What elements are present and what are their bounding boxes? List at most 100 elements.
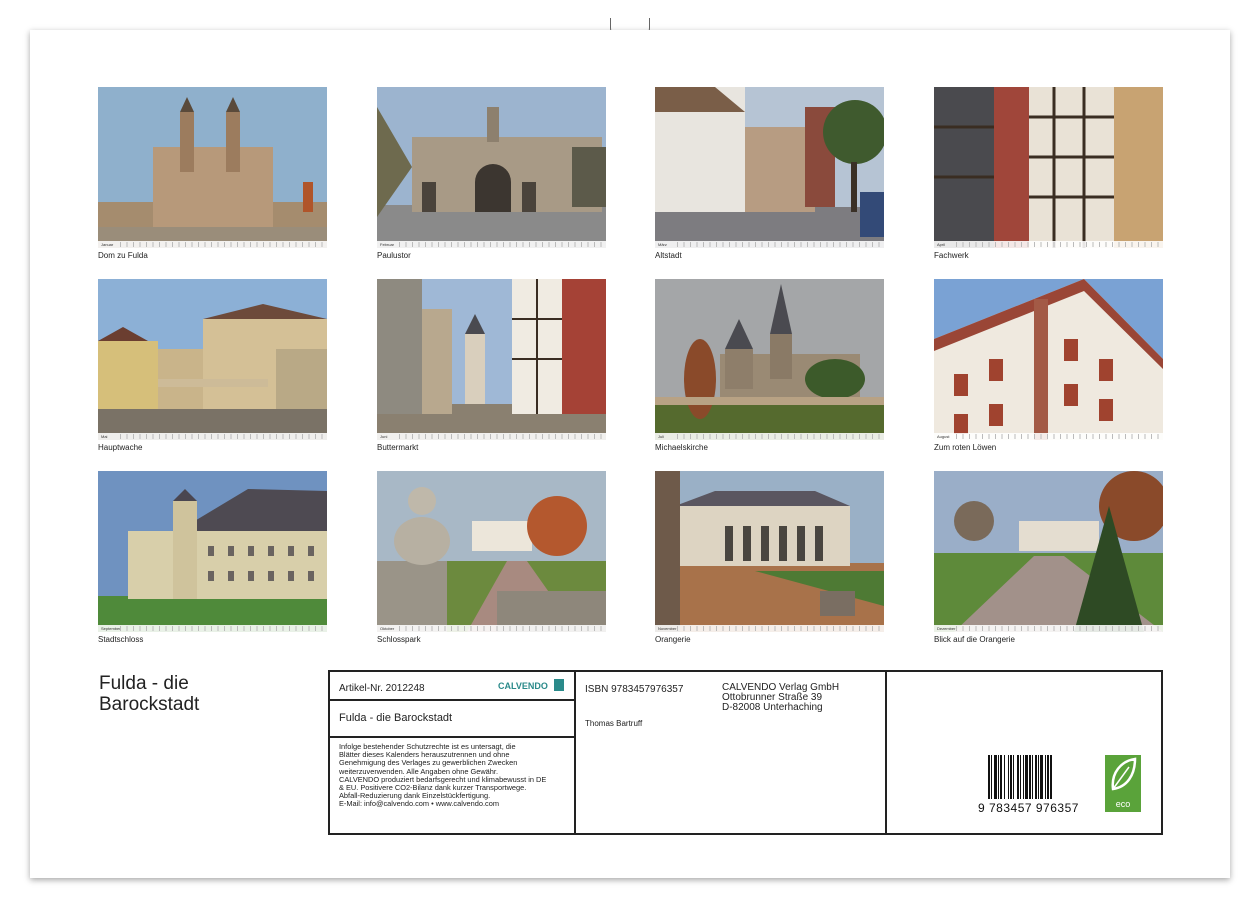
month-photo: November: [655, 471, 884, 632]
photo-caption: Buttermarkt: [377, 443, 606, 452]
barcode-bar: [1020, 755, 1021, 799]
barcode-bar: [1023, 755, 1024, 799]
eco-label: eco: [1105, 799, 1141, 809]
month-name: April: [937, 242, 945, 247]
month-tile-oct: Oktober Schlosspark: [377, 471, 606, 644]
photo-caption: Dom zu Fulda: [98, 251, 327, 260]
month-name: Januar: [101, 242, 113, 247]
month-photo: Juni: [377, 279, 606, 440]
month-tile-jul: Juli Michaelskirche: [655, 279, 884, 452]
brand-mark-icon: [554, 679, 564, 691]
month-photo: Oktober: [377, 471, 606, 632]
month-tile-mar: März Altstadt: [655, 87, 884, 260]
barcode-bar: [1008, 755, 1009, 799]
calendar-strip: Mai: [98, 433, 327, 440]
barcode-bar: [1017, 755, 1019, 799]
calvendo-logo: CALVENDO: [498, 676, 564, 694]
month-name: August: [937, 434, 949, 439]
photo-caption: Paulustor: [377, 251, 606, 260]
month-photo: Januar: [98, 87, 327, 248]
photo-caption: Blick auf die Orangerie: [934, 635, 1163, 644]
month-photo: September: [98, 471, 327, 632]
photo-caption: Fachwerk: [934, 251, 1163, 260]
calendar-strip: Januar: [98, 241, 327, 248]
barcode-bar: [988, 755, 990, 799]
month-photo: April: [934, 87, 1163, 248]
month-name: Oktober: [380, 626, 394, 631]
barcode-bar: [998, 755, 999, 799]
barcode-bar: [1040, 755, 1043, 799]
calendar-strip: Dezember: [934, 625, 1163, 632]
month-tile-jan: Januar Dom zu Fulda: [98, 87, 327, 260]
calendar-strip: Oktober: [377, 625, 606, 632]
photo-caption: Michaelskirche: [655, 443, 884, 452]
title-line-2: Barockstadt: [99, 694, 199, 715]
brand-name: CALVENDO: [498, 681, 548, 691]
author: Thomas Bartruff: [585, 719, 642, 728]
month-name: September: [101, 626, 121, 631]
barcode-bar: [994, 755, 997, 799]
title-line-1: Fulda - die: [99, 673, 199, 694]
barcode-bar: [1035, 755, 1037, 799]
month-tile-dec: Dezember Blick auf die Orangerie: [934, 471, 1163, 644]
month-name: Mai: [101, 434, 107, 439]
barcode-bar: [1025, 755, 1028, 799]
isbn: ISBN 9783457976357: [585, 684, 683, 695]
barcode-bar: [1032, 755, 1033, 799]
barcode-bar: [1047, 755, 1049, 799]
photo-caption: Stadtschloss: [98, 635, 327, 644]
calendar-strip: August: [934, 433, 1163, 440]
calendar-strip: Juni: [377, 433, 606, 440]
month-photo: Mai: [98, 279, 327, 440]
barcode-bar: [1045, 755, 1046, 799]
month-name: Juni: [380, 434, 387, 439]
calendar-strip: März: [655, 241, 884, 248]
calendar-strip: Februar: [377, 241, 606, 248]
divider: [574, 672, 576, 833]
month-tile-feb: Februar Paulustor: [377, 87, 606, 260]
month-tile-nov: November Orangerie: [655, 471, 884, 644]
month-tile-apr: April Fachwerk: [934, 87, 1163, 260]
barcode-bar: [1000, 755, 1002, 799]
barcode-bar: [1004, 755, 1005, 799]
subtitle: Fulda - die Barockstadt: [339, 712, 452, 724]
publisher-address: CALVENDO Verlag GmbH Ottobrunner Straße …: [722, 683, 839, 713]
barcode-bar: [1029, 755, 1031, 799]
barcode: [987, 755, 1079, 801]
calendar-strip: April: [934, 241, 1163, 248]
barcode-bar: [1013, 755, 1014, 799]
article-number: Artikel-Nr. 2012248: [339, 683, 425, 694]
photo-caption: Hauptwache: [98, 443, 327, 452]
divider: [330, 699, 576, 701]
calendar-strip: September: [98, 625, 327, 632]
barcode-bar: [991, 755, 992, 799]
publisher-line: D-82008 Unterhaching: [722, 703, 839, 713]
barcode-bar: [1010, 755, 1012, 799]
month-photo: Juli: [655, 279, 884, 440]
calendar-strip: Juli: [655, 433, 884, 440]
calendar-strip: November: [655, 625, 884, 632]
month-tile-jun: Juni Buttermarkt: [377, 279, 606, 452]
month-name: Juli: [658, 434, 664, 439]
barcode-number: 9 783457 976357: [978, 801, 1079, 815]
month-tile-sep: September Stadtschloss: [98, 471, 327, 644]
month-tile-may: Mai Hauptwache: [98, 279, 327, 452]
month-photo: August: [934, 279, 1163, 440]
month-name: März: [658, 242, 667, 247]
photo-caption: Zum roten Löwen: [934, 443, 1163, 452]
month-photo: März: [655, 87, 884, 248]
month-photo: Februar: [377, 87, 606, 248]
photo-caption: Altstadt: [655, 251, 884, 260]
calendar-title: Fulda - die Barockstadt: [99, 673, 199, 715]
photo-caption: Schlosspark: [377, 635, 606, 644]
month-photo: Dezember: [934, 471, 1163, 632]
month-name: Februar: [380, 242, 394, 247]
month-name: November: [658, 626, 676, 631]
legal-line: E-Mail: info@calvendo.com • www.calvendo…: [339, 800, 546, 808]
leaf-icon: [1105, 755, 1141, 795]
legal-text: Infolge bestehender Schutzrechte ist es …: [339, 743, 546, 809]
month-name: Dezember: [937, 626, 955, 631]
eco-badge: eco: [1105, 755, 1141, 812]
barcode-bar: [1050, 755, 1052, 799]
barcode-bar: [1038, 755, 1039, 799]
